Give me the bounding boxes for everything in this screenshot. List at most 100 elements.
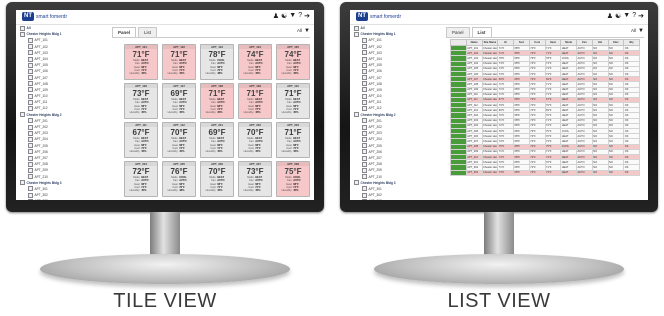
thermostat-icon (28, 192, 33, 198)
thermostat-tile[interactable]: APT_107 69°F Mode HEAT Fan AUTO Heat 68°F Cool 74… (162, 83, 196, 119)
filter-icon[interactable]: ▼ (623, 12, 630, 20)
thermostat-icon (28, 149, 33, 155)
tile-temperature: 74°F (284, 50, 302, 59)
logout-icon[interactable]: ➔ (304, 12, 310, 20)
thermostat-tile[interactable]: APT_202 70°F Mode HEAT Fan AUTO Heat 68°F Cool 74… (238, 122, 272, 158)
thermostat-tile[interactable]: APT_111 67°F Mode HEAT Fan AUTO Heat 68°F Cool 74… (124, 122, 158, 158)
tile-detail-value: 48% (179, 189, 185, 193)
tile-name: APT_201 (201, 123, 233, 127)
tile-detail-row: Humidity 48% (166, 189, 192, 192)
tile-details: Mode HEAT Fan AUTO Heat 68°F Cool 74°F Humidity 4… (163, 137, 195, 153)
tree-item[interactable]: APT_303 (16, 198, 108, 200)
brand-logo[interactable]: NT smart fomerdr (356, 12, 401, 21)
group-icon[interactable]: ☯ (281, 12, 287, 20)
tile-temperature: 67°F (132, 128, 150, 137)
funnel-icon[interactable]: ▼ (638, 28, 644, 34)
thermostat-tile[interactable]: APT_110 71°F Mode HEAT Fan AUTO Heat 68°F Cool 74… (276, 83, 310, 119)
thermostat-tile[interactable]: APT_112 70°F Mode HEAT Fan AUTO Heat 68°F Cool 74… (162, 122, 196, 158)
tile-details: Mode HEAT Fan AUTO Heat 68°F Cool 74°F Humidity 4… (163, 98, 195, 114)
thermostat-tile[interactable]: APT_108 71°F Mode HEAT Fan AUTO Heat 68°F Cool 74… (200, 83, 234, 119)
thermostat-tile[interactable]: APT_206 70°F Mode HEAT Fan AUTO Heat 68°F Cool 74… (200, 161, 234, 197)
thermostat-icon (28, 75, 33, 81)
tile-detail-value: 45% (293, 189, 299, 193)
tab-list[interactable]: List (471, 27, 492, 37)
tab-list[interactable]: List (138, 27, 158, 37)
tile-details: Mode HEAT Fan AUTO Heat 68°F Cool 74°F Humidity 4… (239, 59, 271, 75)
tile-detail-row: Humidity 45% (242, 189, 268, 192)
filter-control[interactable]: All ▼ (631, 28, 644, 34)
table-row[interactable]: APT_303Chester Heights73°F68°F74°F73°FHE… (450, 169, 640, 176)
thermostat-tile[interactable]: APT_103 78°F Mode COOL Fan AUTO Heat 68°F Cool 76… (200, 44, 234, 80)
tile-details: Mode HEAT Fan AUTO Heat 68°F Cool 74°F Humidity 4… (277, 59, 309, 75)
funnel-icon[interactable]: ▼ (304, 28, 310, 34)
thermostat-icon (362, 62, 367, 68)
thermostat-tile[interactable]: APT_105 74°F Mode HEAT Fan AUTO Heat 68°F Cool 74… (276, 44, 310, 80)
site-tree: All Chester Heights Bldg 1 APT_101 APT_102 A… (16, 25, 108, 200)
thermostat-icon (28, 118, 33, 124)
thermostat-tile[interactable]: APT_205 76°F Mode COOL Fan AUTO Heat 68°F Cool 76… (162, 161, 196, 197)
thermostat-icon (362, 81, 367, 87)
user-icon[interactable]: ♟ (607, 12, 613, 20)
thermostat-icon (28, 99, 33, 105)
tab-panel[interactable]: Panel (446, 27, 470, 37)
tile-detail-key: Humidity (129, 189, 140, 193)
thermostat-tile[interactable]: APT_203 71°F Mode HEAT Fan AUTO Heat 68°F Cool 74… (276, 122, 310, 158)
thermostat-tile[interactable]: APT_204 72°F Mode HEAT Fan AUTO Heat 68°F Cool 74… (124, 161, 158, 197)
thermostat-tile[interactable]: APT_102 71°F Mode HEAT Fan AUTO Heat 68°F Cool 74… (162, 44, 196, 80)
tile-name: APT_207 (239, 162, 271, 166)
status-indicator (450, 169, 467, 176)
tile-detail-key: Humidity (167, 72, 178, 76)
tree-item-label: APT_303 (369, 198, 382, 200)
table-cell: 73°F (544, 169, 562, 176)
tree-item[interactable]: APT_303 (350, 198, 442, 200)
tile-detail-value: 45% (217, 189, 223, 193)
tile-detail-row: Humidity 45% (204, 150, 230, 153)
brand-logo[interactable]: NT smart fomerdr (22, 12, 67, 21)
group-icon[interactable]: ☯ (615, 12, 621, 20)
tile-details: Mode HEAT Fan AUTO Heat 68°F Cool 74°F Humidity 4… (125, 59, 157, 75)
tile-name: APT_105 (277, 45, 309, 49)
thermostat-tile[interactable]: APT_109 71°F Mode HEAT Fan AUTO Heat 68°F Cool 74… (238, 83, 272, 119)
thermostat-icon (362, 50, 367, 56)
filter-icon[interactable]: ▼ (289, 12, 296, 20)
tile-temperature: 71°F (246, 89, 264, 98)
thermostat-icon (362, 198, 367, 200)
thermostat-icon (362, 124, 367, 130)
main-panel: Panel List All ▼ Name Site Name Hr Sod Cool He… (442, 25, 648, 200)
tile-details: Mode HEAT Fan AUTO Heat 68°F Cool 74°F Humidity 4… (201, 98, 233, 114)
monitor-list-view: NT smart fomerdr ♟ ☯ ▼ ? ➔ All Chester He… (334, 0, 664, 284)
thermostat-tile[interactable]: APT_104 74°F Mode HEAT Fan AUTO Heat 68°F Cool 74… (238, 44, 272, 80)
user-icon[interactable]: ♟ (273, 12, 279, 20)
thermostat-tile[interactable]: APT_101 71°F Mode HEAT Fan AUTO Heat 68°F Cool 74… (124, 44, 158, 80)
tile-name: APT_109 (239, 84, 271, 88)
thermostat-tile[interactable]: APT_208 75°F Mode COOL Fan AUTO Heat 68°F Cool 74… (276, 161, 310, 197)
filter-control[interactable]: All ▼ (297, 28, 310, 34)
folder-icon (20, 180, 25, 186)
tile-temperature: 71°F (208, 89, 226, 98)
tile-detail-key: Humidity (167, 189, 178, 193)
table-cell: HEAT (560, 169, 577, 176)
thermostat-icon (362, 143, 367, 149)
thermostat-tile[interactable]: APT_207 73°F Mode HEAT Fan AUTO Heat 68°F Cool 74… (238, 161, 272, 197)
thermostat-tile[interactable]: APT_106 73°F Mode HEAT Fan AUTO Heat 68°F Cool 74… (124, 83, 158, 119)
tile-detail-key: Humidity (167, 111, 178, 115)
tile-name: APT_111 (125, 123, 157, 127)
tab-panel[interactable]: Panel (112, 27, 137, 37)
tile-detail-value: 45% (255, 111, 261, 115)
tile-name: APT_204 (125, 162, 157, 166)
device-table: Name Site Name Hr Sod Cool Heat Mode Fan Hm Elev B… (450, 39, 640, 176)
thermostat-icon (362, 136, 367, 142)
thermostat-icon (28, 186, 33, 192)
tile-detail-row: Humidity 45% (166, 111, 192, 114)
tile-temperature: 71°F (284, 89, 302, 98)
tile-detail-key: Humidity (243, 189, 254, 193)
help-icon[interactable]: ? (298, 12, 302, 20)
tile-temperature: 78°F (208, 50, 226, 59)
thermostat-tile[interactable]: APT_201 69°F Mode HEAT Fan AUTO Heat 68°F Cool 74… (200, 122, 234, 158)
help-icon[interactable]: ? (632, 12, 636, 20)
tile-detail-value: 45% (141, 189, 147, 193)
tile-temperature: 69°F (170, 89, 188, 98)
tile-detail-row: Humidity 45% (128, 189, 154, 192)
logout-icon[interactable]: ➔ (638, 12, 644, 20)
tile-detail-row: Humidity 48% (204, 72, 230, 75)
